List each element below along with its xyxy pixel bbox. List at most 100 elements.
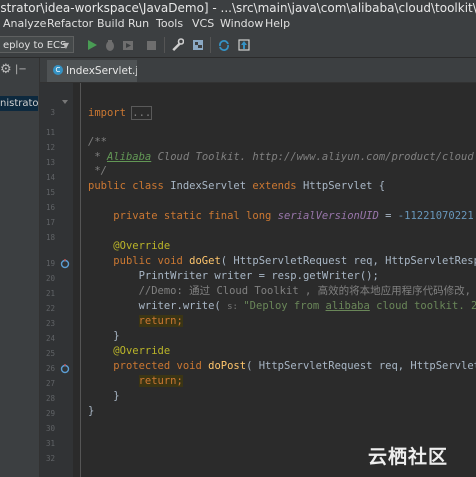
- editor-tab-indexservlet[interactable]: C IndexServlet.java: [47, 60, 137, 82]
- code-line[interactable]: private static final long serialVersionU…: [88, 210, 473, 223]
- code-line[interactable]: import ...: [88, 106, 153, 120]
- menu-build[interactable]: Build: [97, 17, 125, 30]
- operator: =: [378, 210, 398, 222]
- menu-analyze[interactable]: Analyze: [3, 17, 46, 30]
- method-params: ( HttpServletRequest req, HttpServletRes: [246, 360, 476, 372]
- window-title-bar: istrator\idea-workspace\JavaDemo] - ...\…: [0, 0, 476, 16]
- line-number: 21: [45, 289, 55, 298]
- menu-run[interactable]: Run: [128, 17, 149, 30]
- line-number: 30: [45, 424, 55, 433]
- keyword: private static final long: [113, 210, 278, 222]
- toolbar-separator: [164, 37, 165, 53]
- annotation: @Override: [113, 240, 171, 252]
- menu-refactor[interactable]: Refactor: [47, 17, 93, 30]
- line-number: 18: [45, 233, 55, 242]
- statement: PrintWriter writer = resp.getWriter();: [138, 270, 379, 282]
- code-line[interactable]: /**: [88, 136, 107, 149]
- window-title: istrator\idea-workspace\JavaDemo] - ...\…: [0, 1, 476, 15]
- project-tree-item-label: nistrator: [0, 98, 38, 109]
- menu-tools[interactable]: Tools: [156, 17, 183, 30]
- run-configuration-label: eploy to ECS: [3, 40, 67, 51]
- project-tree-item[interactable]: nistrator: [0, 96, 38, 111]
- line-number: 13: [45, 158, 55, 167]
- code-line[interactable]: */: [88, 165, 107, 178]
- menu-help[interactable]: Help: [265, 17, 290, 30]
- code-line[interactable]: }: [88, 390, 120, 403]
- code-line[interactable]: public class IndexServlet extends HttpSe…: [88, 180, 385, 193]
- fold-collapse-icon[interactable]: [60, 97, 70, 107]
- line-number: 25: [45, 349, 55, 358]
- code-line[interactable]: protected void doPost( HttpServletReques…: [88, 360, 476, 373]
- override-method-icon[interactable]: [60, 259, 70, 269]
- pane-divider-icon[interactable]: |−: [15, 64, 27, 75]
- keyword: return;: [138, 375, 183, 387]
- gutter-divider: [80, 83, 81, 477]
- stop-icon[interactable]: [146, 38, 158, 52]
- line-number: 32: [45, 454, 55, 463]
- code-line[interactable]: writer.write( s: "Deploy from alibaba cl…: [88, 300, 476, 314]
- line-number: 14: [45, 173, 55, 182]
- code-line[interactable]: return;: [88, 375, 183, 388]
- line-number: 24: [45, 334, 55, 343]
- code-line[interactable]: return;: [88, 315, 183, 328]
- debug-icon[interactable]: [104, 38, 116, 52]
- line-number: 22: [45, 304, 55, 313]
- line-number: 17: [45, 218, 55, 227]
- string-literal: cloud toolkit. 20: [369, 300, 476, 312]
- keyword: public class: [88, 180, 171, 192]
- line-comment: //Demo: 通过 Cloud Toolkit , 高效的将本地应用程序代码修…: [138, 285, 476, 297]
- line-number: 20: [45, 274, 55, 283]
- line-number: 3: [50, 108, 55, 117]
- field-name: serialVersionUID: [277, 210, 379, 222]
- coverage-icon[interactable]: [122, 38, 134, 52]
- class-name: IndexServlet: [170, 180, 253, 192]
- code-line[interactable]: //Demo: 通过 Cloud Toolkit , 高效的将本地应用程序代码修…: [88, 285, 476, 298]
- folded-region[interactable]: ...: [131, 106, 153, 120]
- parameter-hint: s:: [227, 302, 244, 312]
- brace: }: [113, 330, 120, 342]
- superclass-name: HttpServlet {: [302, 180, 386, 192]
- code-line[interactable]: PrintWriter writer = resp.getWriter();: [88, 270, 379, 283]
- code-line[interactable]: }: [88, 405, 94, 418]
- main-toolbar: eploy to ECS ▼: [0, 33, 476, 58]
- line-number: 27: [45, 379, 55, 388]
- override-method-icon[interactable]: [60, 364, 70, 374]
- code-line[interactable]: @Override: [88, 240, 170, 253]
- chevron-down-icon: ▼: [62, 41, 69, 50]
- doc-comment: */: [94, 165, 107, 177]
- menu-window[interactable]: Window: [220, 17, 263, 30]
- brace: }: [88, 405, 95, 417]
- code-line[interactable]: * Alibaba Cloud Toolkit. http://www.aliy…: [88, 151, 473, 164]
- doc-comment-link[interactable]: Alibaba: [107, 151, 151, 163]
- java-class-icon: C: [53, 65, 63, 75]
- line-number: 28: [45, 394, 55, 403]
- build-icon[interactable]: [172, 38, 184, 52]
- method-name: doGet: [189, 255, 221, 267]
- keyword: extends: [252, 180, 303, 192]
- line-number: 15: [45, 188, 55, 197]
- deploy-upload-icon[interactable]: [238, 38, 250, 52]
- line-number: 11: [45, 128, 55, 137]
- brace: }: [113, 390, 120, 402]
- sync-icon[interactable]: [218, 38, 230, 52]
- project-tool-window: [0, 58, 40, 477]
- line-number: 23: [45, 319, 55, 328]
- run-icon[interactable]: [86, 38, 98, 52]
- run-configuration-select[interactable]: eploy to ECS ▼: [0, 36, 74, 53]
- keyword: return;: [138, 315, 183, 327]
- doc-comment: /**: [88, 136, 107, 148]
- line-number: 26: [45, 364, 55, 373]
- code-line[interactable]: public void doGet( HttpServletRequest re…: [88, 255, 476, 268]
- doc-comment: *: [94, 151, 107, 163]
- code-line[interactable]: @Override: [88, 345, 170, 358]
- watermark: 云栖社区: [368, 446, 449, 468]
- method-params: ( HttpServletRequest req, HttpServletRes…: [220, 255, 476, 267]
- line-number: 31: [45, 439, 55, 448]
- menu-vcs[interactable]: VCS: [192, 17, 214, 30]
- keyword: protected void: [113, 360, 209, 372]
- project-structure-icon[interactable]: [192, 38, 204, 52]
- line-number: 12: [45, 143, 55, 152]
- line-number: 19: [45, 259, 55, 268]
- gear-icon[interactable]: ⚙: [0, 62, 12, 77]
- code-line[interactable]: }: [88, 330, 120, 343]
